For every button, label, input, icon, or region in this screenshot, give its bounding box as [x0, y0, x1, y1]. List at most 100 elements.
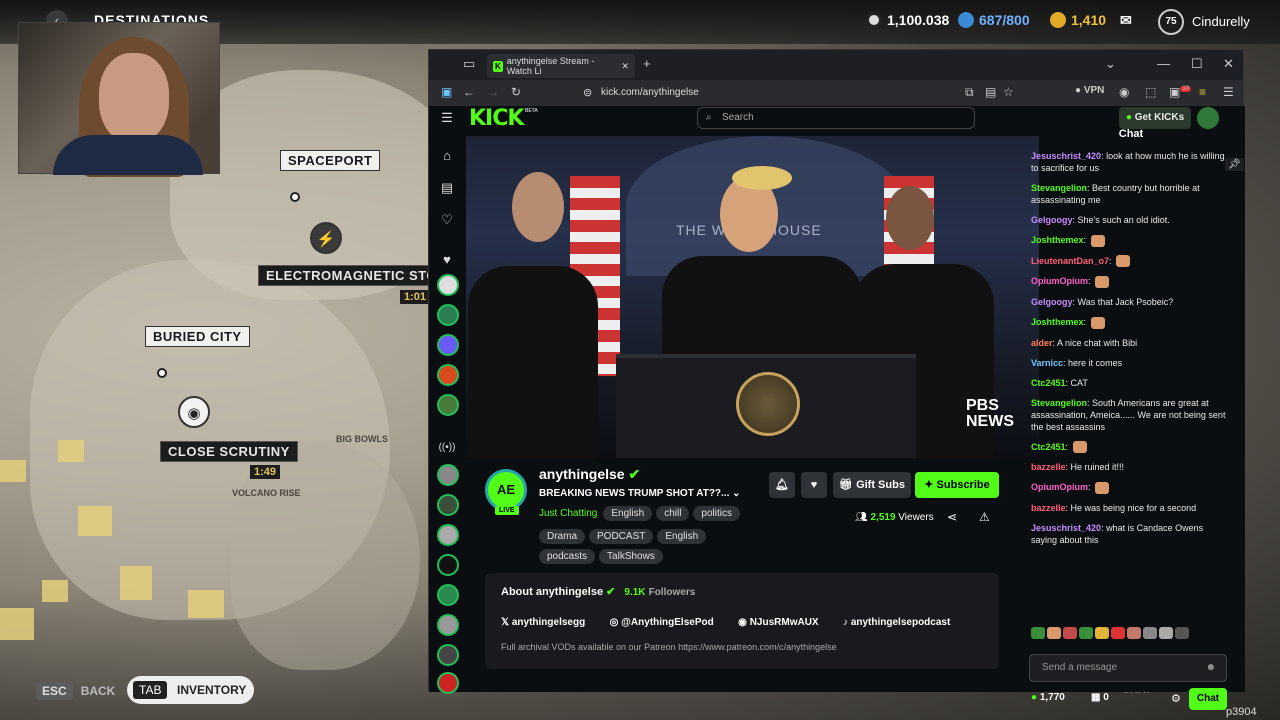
tag-chip[interactable]: English	[657, 529, 707, 544]
tag-chip[interactable]: English	[603, 506, 653, 521]
menu-icon[interactable]: ☰	[1223, 85, 1234, 99]
chat-username[interactable]: Stevangelion	[1031, 398, 1087, 408]
social-link-discord[interactable]: ◉ NJusRMwAUX	[738, 617, 818, 628]
emoji-icon[interactable]: ☻	[1205, 655, 1216, 681]
emote[interactable]	[1079, 626, 1093, 639]
location-pin[interactable]	[290, 192, 300, 202]
bookmark-icon[interactable]: ☆	[1003, 85, 1014, 99]
tab-list-icon[interactable]: ⌄	[1105, 56, 1116, 72]
lightning-icon[interactable]: ⚡	[310, 222, 342, 254]
recommended-channel-avatar[interactable]	[437, 524, 459, 546]
chat-username[interactable]: Jesuschrist_420	[1031, 151, 1101, 161]
recommended-channel-avatar[interactable]	[437, 554, 459, 576]
followed-channel-avatar[interactable]	[437, 394, 459, 416]
chat-send-button[interactable]: Chat	[1189, 688, 1227, 710]
chat-username[interactable]: Ctc2451	[1031, 442, 1066, 452]
favorites-icon[interactable]: ♥	[438, 252, 456, 267]
channel-name[interactable]: anythingelse	[539, 466, 625, 482]
browse-icon[interactable]: ▤	[438, 180, 456, 196]
video-player[interactable]: THE WHITE HOUSE PBSNEWS	[466, 136, 1039, 458]
following-icon[interactable]: ♡	[438, 212, 456, 228]
chat-username[interactable]: LieutenantDan_o7	[1031, 256, 1109, 266]
chat-input[interactable]: Send a message ☻	[1029, 654, 1227, 682]
pin-icon[interactable]: 📌︎	[1225, 158, 1244, 171]
recommended-channel-avatar[interactable]	[437, 464, 459, 486]
location-label-storm[interactable]: ELECTROMAGNETIC STOR	[258, 265, 455, 286]
maximize-icon[interactable]: ☐	[1191, 56, 1203, 72]
live-channels-icon[interactable]: ((•))	[438, 442, 456, 453]
sidebar-toggle-icon[interactable]: ▣	[441, 85, 452, 99]
back-button[interactable]: ESC BACK	[36, 682, 115, 700]
location-label-buried-city[interactable]: BURIED CITY	[145, 326, 250, 347]
wallet-icon[interactable]: ▣ 10	[1169, 85, 1192, 99]
chat-username[interactable]: Varnicc	[1031, 358, 1063, 368]
mail-icon[interactable]: ✉	[1120, 12, 1132, 29]
tag-chip[interactable]: TalkShows	[599, 549, 663, 564]
chat-username[interactable]: Ctc2451	[1031, 378, 1066, 388]
chat-username[interactable]: Joshthemex	[1031, 317, 1084, 327]
chat-username[interactable]: Gelgoogy	[1031, 215, 1073, 225]
followed-channel-avatar[interactable]	[437, 364, 459, 386]
leo-icon[interactable]: ≡	[1199, 85, 1206, 99]
user-avatar[interactable]	[1197, 107, 1219, 129]
social-link-instagram[interactable]: ◎ @AnythingElsePod	[610, 617, 714, 628]
recommended-channel-avatar[interactable]	[437, 614, 459, 636]
username[interactable]: Cindurelly	[1192, 14, 1250, 29]
recommended-channel-avatar[interactable]	[437, 672, 459, 694]
chat-username[interactable]: alder	[1031, 338, 1053, 348]
followed-channel-avatar[interactable]	[437, 274, 459, 296]
subscribe-button[interactable]: ✦ Subscribe	[915, 472, 999, 498]
kick-logo[interactable]: KICK	[469, 106, 524, 131]
tab-overview-icon[interactable]: ▭	[463, 56, 475, 72]
social-link-x[interactable]: 𝕏 anythingelsegg	[501, 617, 585, 628]
emote[interactable]	[1159, 626, 1173, 639]
new-tab-icon[interactable]: +	[643, 56, 651, 71]
emote[interactable]	[1047, 626, 1061, 639]
chat-username[interactable]: Jesuschrist_420	[1031, 523, 1101, 533]
emote[interactable]	[1031, 626, 1045, 639]
expand-chevron-icon[interactable]: ⌄	[732, 488, 740, 499]
category-link[interactable]: Just Chatting	[539, 508, 597, 519]
followed-channel-avatar[interactable]	[437, 334, 459, 356]
back-arrow-icon[interactable]: ←	[463, 85, 475, 99]
tag-chip[interactable]: Drama	[539, 529, 586, 544]
chat-username[interactable]: bazzelle	[1031, 503, 1066, 513]
extensions-icon[interactable]: ⬚	[1145, 85, 1156, 99]
share-icon[interactable]: ⋖	[947, 510, 957, 524]
chat-username[interactable]: Stevangelion	[1031, 183, 1087, 193]
notifications-bell-button[interactable]: 🔔︎	[769, 472, 795, 498]
adblock-icon[interactable]: ◉	[1119, 85, 1129, 99]
chat-username[interactable]: bazzelle	[1031, 462, 1066, 472]
reader-icon[interactable]: ▤	[985, 85, 996, 99]
report-icon[interactable]: ⚠	[979, 510, 990, 524]
chat-username[interactable]: OpiumOpium	[1031, 482, 1088, 492]
social-link-tiktok[interactable]: ♪ anythingelsepodcast	[843, 617, 950, 628]
chat-username[interactable]: Gelgoogy	[1031, 297, 1073, 307]
location-pin[interactable]	[157, 368, 167, 378]
eye-icon[interactable]: ◉	[178, 396, 210, 428]
emote[interactable]	[1127, 626, 1141, 639]
emote[interactable]	[1111, 626, 1125, 639]
recommended-channel-avatar[interactable]	[437, 494, 459, 516]
tag-chip[interactable]: PODCAST	[589, 529, 654, 544]
emote[interactable]	[1143, 626, 1157, 639]
browser-tab[interactable]: Kanythingelse Stream - Watch Li ✕	[487, 54, 635, 78]
emote[interactable]	[1063, 626, 1077, 639]
tag-chip[interactable]: podcasts	[539, 549, 596, 564]
follow-button[interactable]: ♥	[801, 472, 827, 498]
get-kicks-button[interactable]: ● Get KICKs	[1119, 107, 1191, 129]
chat-username[interactable]: OpiumOpium	[1031, 276, 1088, 286]
close-window-icon[interactable]: ✕	[1223, 56, 1234, 72]
tab-close-icon[interactable]: ✕	[621, 61, 629, 72]
screenshot-icon[interactable]: ⧉	[965, 85, 974, 100]
chat-username[interactable]: Joshthemex	[1031, 235, 1084, 245]
emote[interactable]	[1175, 626, 1189, 639]
inventory-button[interactable]: TAB INVENTORY	[127, 676, 254, 704]
minimize-icon[interactable]: —	[1157, 56, 1170, 71]
followed-channel-avatar[interactable]	[437, 304, 459, 326]
location-label-spaceport[interactable]: SPACEPORT	[280, 150, 381, 171]
tag-chip[interactable]: politics	[693, 506, 740, 521]
emote[interactable]	[1095, 626, 1109, 639]
forward-arrow-icon[interactable]: →	[487, 85, 499, 99]
recommended-channel-avatar[interactable]	[437, 584, 459, 606]
